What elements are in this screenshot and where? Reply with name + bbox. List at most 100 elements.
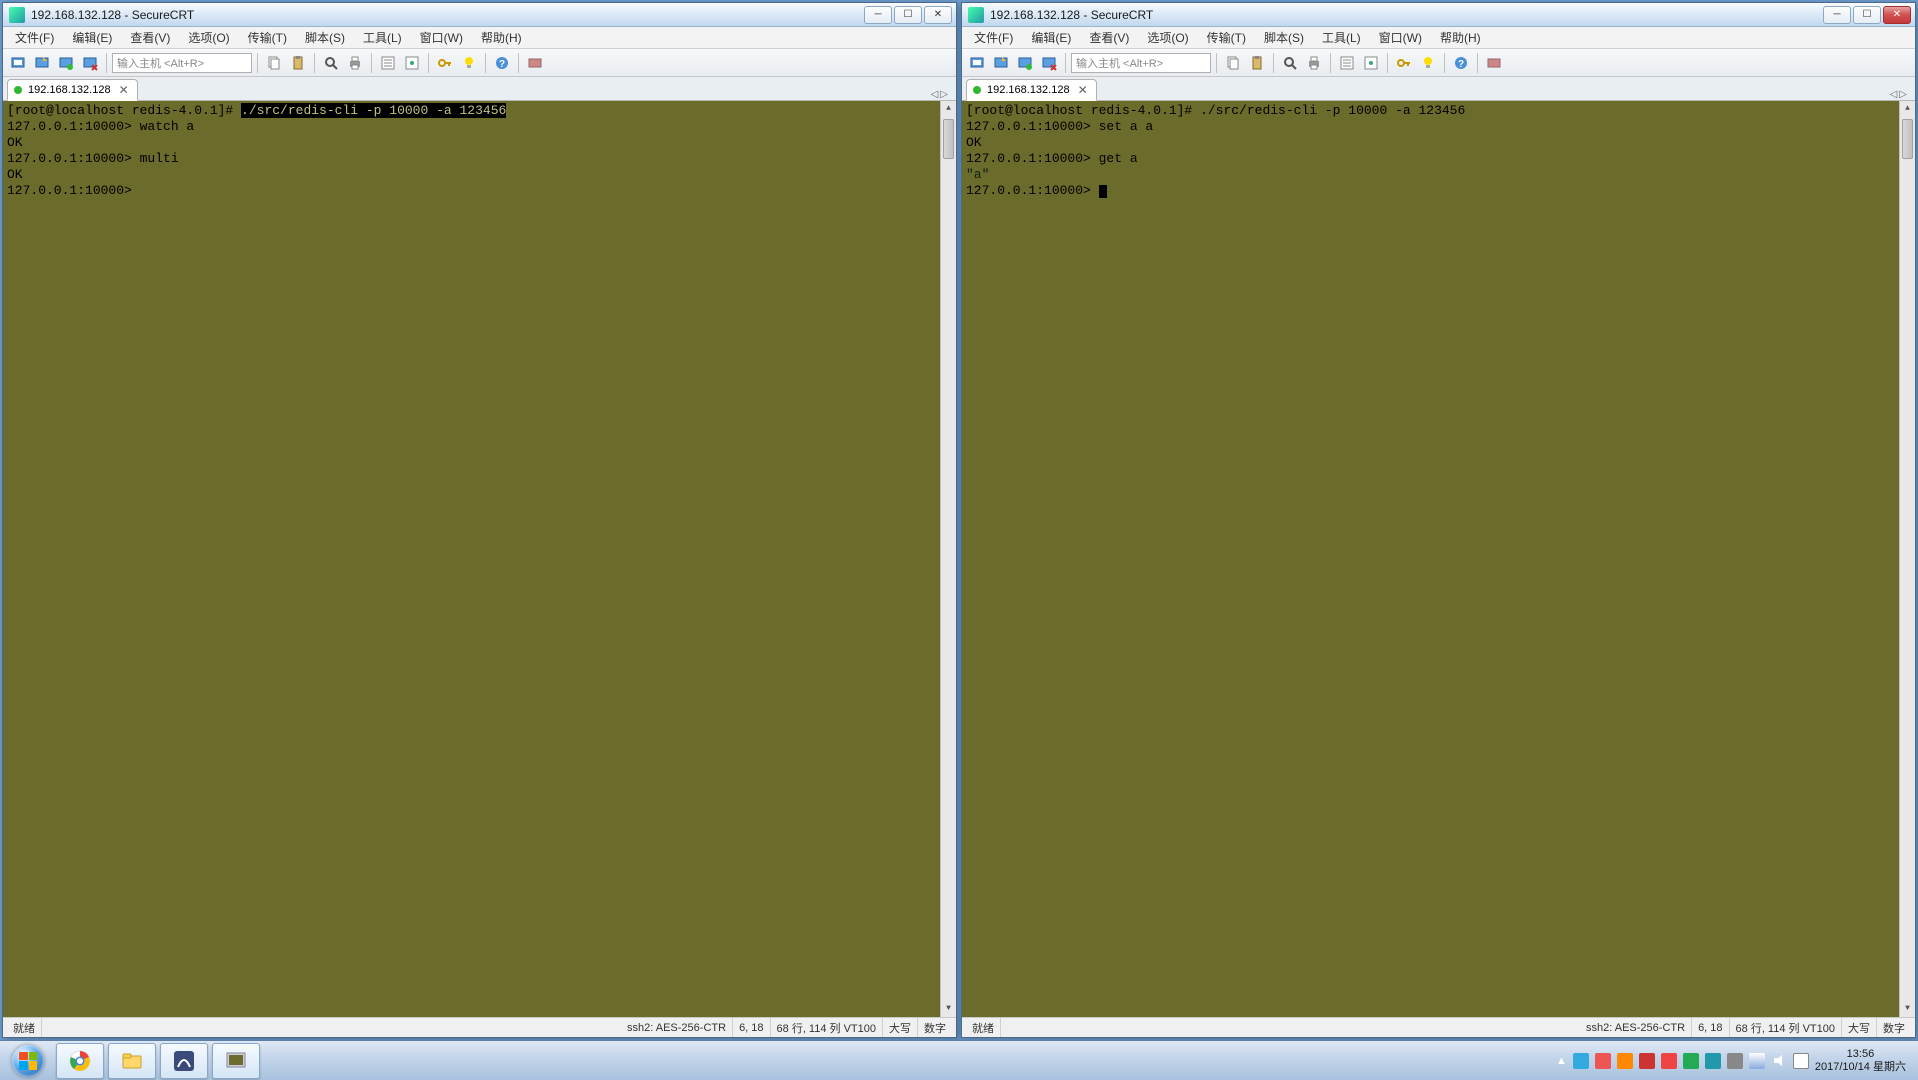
host-input[interactable]: 输入主机 <Alt+R> — [112, 53, 252, 73]
maximize-button[interactable]: ☐ — [894, 6, 922, 24]
tray-icon[interactable] — [1661, 1053, 1677, 1069]
tray-icon[interactable] — [1639, 1053, 1655, 1069]
tray-show-hidden-icon[interactable]: ▲ — [1556, 1055, 1567, 1067]
connect-icon[interactable] — [7, 52, 29, 74]
menu-tools[interactable]: 工具(L) — [355, 27, 410, 48]
menu-view[interactable]: 查看(V) — [122, 27, 178, 48]
status-num: 数字 — [918, 1018, 952, 1037]
tray-volume-icon[interactable] — [1771, 1053, 1787, 1069]
tray-icon[interactable] — [1617, 1053, 1633, 1069]
minimize-button[interactable]: ─ — [864, 6, 892, 24]
find-icon[interactable] — [1279, 52, 1301, 74]
taskbar-clock[interactable]: 13:56 2017/10/14 星期六 — [1815, 1048, 1906, 1074]
taskbar-app2[interactable] — [212, 1043, 260, 1079]
host-input[interactable]: 输入主机 <Alt+R> — [1071, 53, 1211, 73]
terminal[interactable]: [root@localhost redis-4.0.1]# ./src/redi… — [3, 101, 956, 1017]
copy-icon[interactable] — [263, 52, 285, 74]
quick-connect-icon[interactable] — [990, 52, 1012, 74]
session-tab[interactable]: 192.168.132.128 ✕ — [966, 79, 1097, 101]
start-button[interactable] — [4, 1043, 52, 1079]
menu-window[interactable]: 窗口(W) — [1371, 27, 1430, 48]
lightbulb-icon[interactable] — [1417, 52, 1439, 74]
menu-help[interactable]: 帮助(H) — [473, 27, 530, 48]
print-icon[interactable] — [344, 52, 366, 74]
titlebar[interactable]: 192.168.132.128 - SecureCRT ─ ☐ ✕ — [3, 3, 956, 27]
tab-close-icon[interactable]: ✕ — [1076, 83, 1090, 97]
lightbulb-icon[interactable] — [458, 52, 480, 74]
quick-connect-icon[interactable] — [31, 52, 53, 74]
tray-icon[interactable] — [1683, 1053, 1699, 1069]
toggle-icon[interactable] — [524, 52, 546, 74]
taskbar-explorer[interactable] — [108, 1043, 156, 1079]
close-button[interactable]: ✕ — [924, 6, 952, 24]
tab-close-icon[interactable]: ✕ — [117, 83, 131, 97]
menu-script[interactable]: 脚本(S) — [1256, 27, 1312, 48]
key-icon[interactable] — [434, 52, 456, 74]
toggle-icon[interactable] — [1483, 52, 1505, 74]
tray-icon[interactable] — [1727, 1053, 1743, 1069]
disconnect-icon[interactable] — [1038, 52, 1060, 74]
terminal[interactable]: [root@localhost redis-4.0.1]# ./src/redi… — [962, 101, 1915, 1017]
copy-icon[interactable] — [1222, 52, 1244, 74]
menu-file[interactable]: 文件(F) — [7, 27, 62, 48]
status-ready: 就绪 — [7, 1018, 42, 1037]
menu-view[interactable]: 查看(V) — [1081, 27, 1137, 48]
scroll-thumb[interactable] — [943, 119, 954, 159]
taskbar-app1[interactable] — [160, 1043, 208, 1079]
session-tab[interactable]: 192.168.132.128 ✕ — [7, 79, 138, 101]
minimize-button[interactable]: ─ — [1823, 6, 1851, 24]
taskbar-chrome[interactable] — [56, 1043, 104, 1079]
scroll-up-icon[interactable]: ▲ — [1900, 101, 1915, 117]
menu-transfer[interactable]: 传输(T) — [1199, 27, 1254, 48]
vertical-scrollbar[interactable]: ▲ ▼ — [940, 101, 956, 1017]
tab-prev-icon[interactable]: ◁ — [931, 89, 939, 100]
svg-text:?: ? — [499, 59, 505, 70]
connect-icon[interactable] — [966, 52, 988, 74]
scroll-up-icon[interactable]: ▲ — [941, 101, 956, 117]
menu-options[interactable]: 选项(O) — [1139, 27, 1196, 48]
tray-icon[interactable] — [1595, 1053, 1611, 1069]
vertical-scrollbar[interactable]: ▲ ▼ — [1899, 101, 1915, 1017]
scroll-down-icon[interactable]: ▼ — [1900, 1001, 1915, 1017]
tab-prev-icon[interactable]: ◁ — [1890, 89, 1898, 100]
tray-icon[interactable] — [1705, 1053, 1721, 1069]
key-icon[interactable] — [1393, 52, 1415, 74]
scroll-thumb[interactable] — [1902, 119, 1913, 159]
menu-edit[interactable]: 编辑(E) — [64, 27, 120, 48]
options-icon[interactable] — [401, 52, 423, 74]
options-icon[interactable] — [1360, 52, 1382, 74]
help-icon[interactable]: ? — [491, 52, 513, 74]
titlebar[interactable]: 192.168.132.128 - SecureCRT ─ ☐ ✕ — [962, 3, 1915, 27]
tray-network-icon[interactable] — [1749, 1053, 1765, 1069]
status-ready: 就绪 — [966, 1018, 1001, 1037]
properties-icon[interactable] — [377, 52, 399, 74]
toolbar: 输入主机 <Alt+R> ? — [962, 49, 1915, 77]
menu-file[interactable]: 文件(F) — [966, 27, 1021, 48]
terminal-line: 127.0.0.1:10000> watch a — [7, 119, 952, 135]
menu-tools[interactable]: 工具(L) — [1314, 27, 1369, 48]
disconnect-icon[interactable] — [79, 52, 101, 74]
menu-script[interactable]: 脚本(S) — [297, 27, 353, 48]
menu-transfer[interactable]: 传输(T) — [240, 27, 295, 48]
print-icon[interactable] — [1303, 52, 1325, 74]
toolbar: 输入主机 <Alt+R> ? — [3, 49, 956, 77]
menu-window[interactable]: 窗口(W) — [412, 27, 471, 48]
paste-icon[interactable] — [1246, 52, 1268, 74]
tray-battery-icon[interactable] — [1793, 1053, 1809, 1069]
reconnect-icon[interactable] — [1014, 52, 1036, 74]
paste-icon[interactable] — [287, 52, 309, 74]
reconnect-icon[interactable] — [55, 52, 77, 74]
find-icon[interactable] — [320, 52, 342, 74]
properties-icon[interactable] — [1336, 52, 1358, 74]
tray-icon[interactable] — [1573, 1053, 1589, 1069]
menu-options[interactable]: 选项(O) — [180, 27, 237, 48]
app-icon — [9, 7, 25, 23]
tab-next-icon[interactable]: ▷ — [1899, 89, 1907, 100]
menu-help[interactable]: 帮助(H) — [1432, 27, 1489, 48]
help-icon[interactable]: ? — [1450, 52, 1472, 74]
scroll-down-icon[interactable]: ▼ — [941, 1001, 956, 1017]
tab-next-icon[interactable]: ▷ — [940, 89, 948, 100]
menu-edit[interactable]: 编辑(E) — [1023, 27, 1079, 48]
maximize-button[interactable]: ☐ — [1853, 6, 1881, 24]
close-button[interactable]: ✕ — [1883, 6, 1911, 24]
